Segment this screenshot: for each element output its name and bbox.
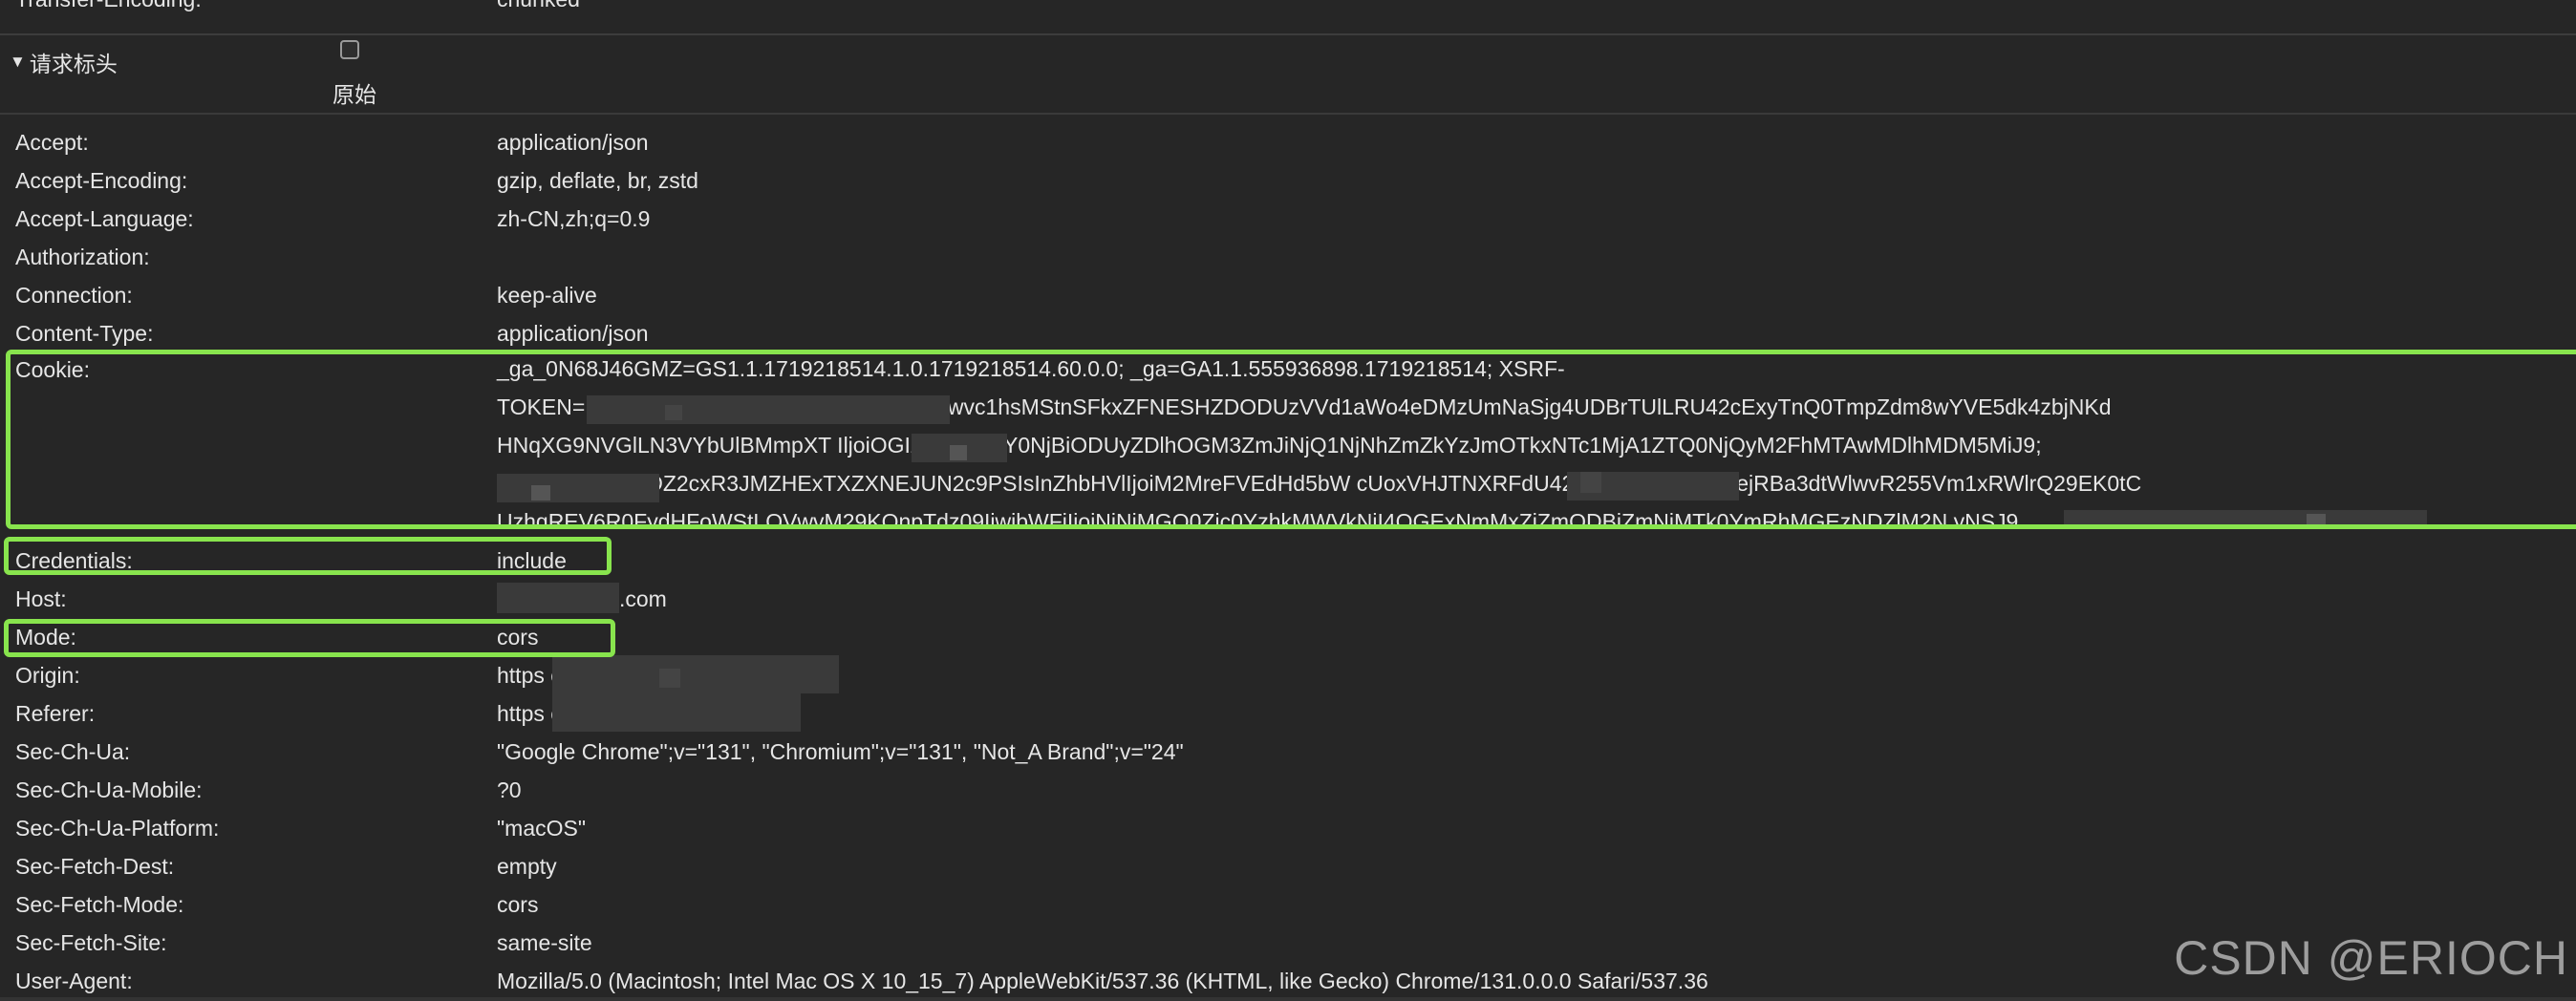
header-row: Sec-Ch-Ua: "Google Chrome";v="131", "Chr… bbox=[0, 732, 2576, 770]
cookie-highlight-box bbox=[6, 350, 2576, 529]
header-row-host: Host: .com bbox=[0, 579, 2576, 617]
header-row: Sec-Fetch-Dest: empty bbox=[0, 846, 2576, 884]
header-key: Connection: bbox=[15, 283, 133, 308]
header-key: Authorization: bbox=[15, 245, 150, 269]
request-headers-section: ▼ 请求标头 原始 bbox=[0, 36, 2576, 115]
redaction-block bbox=[552, 655, 839, 693]
mode-highlight-box bbox=[4, 619, 615, 657]
bottom-edge bbox=[0, 997, 2576, 1001]
header-row: Accept: application/json bbox=[0, 122, 2576, 160]
header-value: keep-alive bbox=[497, 283, 597, 308]
header-row: Connection: keep-alive bbox=[0, 275, 2576, 313]
header-row: Sec-Ch-Ua-Platform: "macOS" bbox=[0, 808, 2576, 846]
header-value: empty bbox=[497, 854, 557, 879]
header-key: Host: bbox=[15, 586, 67, 611]
credentials-highlight-box bbox=[4, 537, 612, 575]
header-key: Sec-Ch-Ua: bbox=[15, 739, 131, 764]
header-key: Sec-Fetch-Mode: bbox=[15, 892, 184, 917]
raw-label: 原始 bbox=[333, 82, 376, 107]
section-toggle[interactable]: ▼ 请求标头 bbox=[10, 46, 118, 78]
header-key: Accept-Language: bbox=[15, 206, 194, 231]
header-row: Sec-Fetch-Mode: cors bbox=[0, 884, 2576, 923]
header-key: Content-Type: bbox=[15, 321, 154, 346]
redaction-block bbox=[659, 669, 680, 688]
header-value: application/json bbox=[497, 321, 649, 346]
disclosure-triangle-icon[interactable]: ▼ bbox=[10, 53, 26, 72]
header-key: Sec-Ch-Ua-Mobile: bbox=[15, 777, 203, 802]
header-key: Sec-Fetch-Dest: bbox=[15, 854, 175, 879]
header-value: chunked bbox=[497, 0, 580, 12]
header-value: gzip, deflate, br, zstd bbox=[497, 168, 698, 193]
header-key: Referer: bbox=[15, 701, 96, 726]
header-key: User-Agent: bbox=[15, 969, 133, 993]
header-row: Accept-Language: zh-CN,zh;q=0.9 bbox=[0, 199, 2576, 237]
raw-toggle[interactable]: 原始 bbox=[333, 36, 390, 113]
header-row-referer: Referer: https com/ bbox=[0, 693, 2576, 732]
header-value: Mozilla/5.0 (Macintosh; Intel Mac OS X 1… bbox=[497, 969, 1708, 993]
header-value: .com bbox=[619, 586, 667, 611]
header-key: Accept: bbox=[15, 130, 89, 155]
header-row: Content-Type: application/json bbox=[0, 313, 2576, 351]
header-row: Authorization: bbox=[0, 237, 2576, 275]
redaction-block bbox=[552, 693, 801, 732]
header-row: Sec-Ch-Ua-Mobile: ?0 bbox=[0, 770, 2576, 808]
header-key: Sec-Ch-Ua-Platform: bbox=[15, 816, 220, 841]
header-key: Accept-Encoding: bbox=[15, 168, 188, 193]
header-key: Sec-Fetch-Site: bbox=[15, 930, 167, 955]
header-value: "Google Chrome";v="131", "Chromium";v="1… bbox=[497, 739, 1184, 764]
header-value: same-site bbox=[497, 930, 592, 955]
raw-checkbox[interactable] bbox=[340, 40, 359, 59]
header-row-transfer-encoding: Transfer-Encoding: chunked bbox=[0, 0, 2576, 21]
header-value: zh-CN,zh;q=0.9 bbox=[497, 206, 651, 231]
header-row-origin: Origin: https om bbox=[0, 655, 2576, 693]
header-key: Origin: bbox=[15, 663, 80, 688]
header-key: Transfer-Encoding: bbox=[15, 0, 202, 12]
redaction-block bbox=[497, 583, 619, 613]
header-value: application/json bbox=[497, 130, 649, 155]
divider bbox=[0, 33, 2576, 35]
section-title: 请求标头 bbox=[29, 52, 118, 76]
header-value: cors bbox=[497, 892, 539, 917]
header-value: ?0 bbox=[497, 777, 522, 802]
watermark: CSDN @ERIOCH bbox=[2174, 931, 2568, 985]
header-value: "macOS" bbox=[497, 816, 587, 841]
header-row: Accept-Encoding: gzip, deflate, br, zstd bbox=[0, 160, 2576, 199]
